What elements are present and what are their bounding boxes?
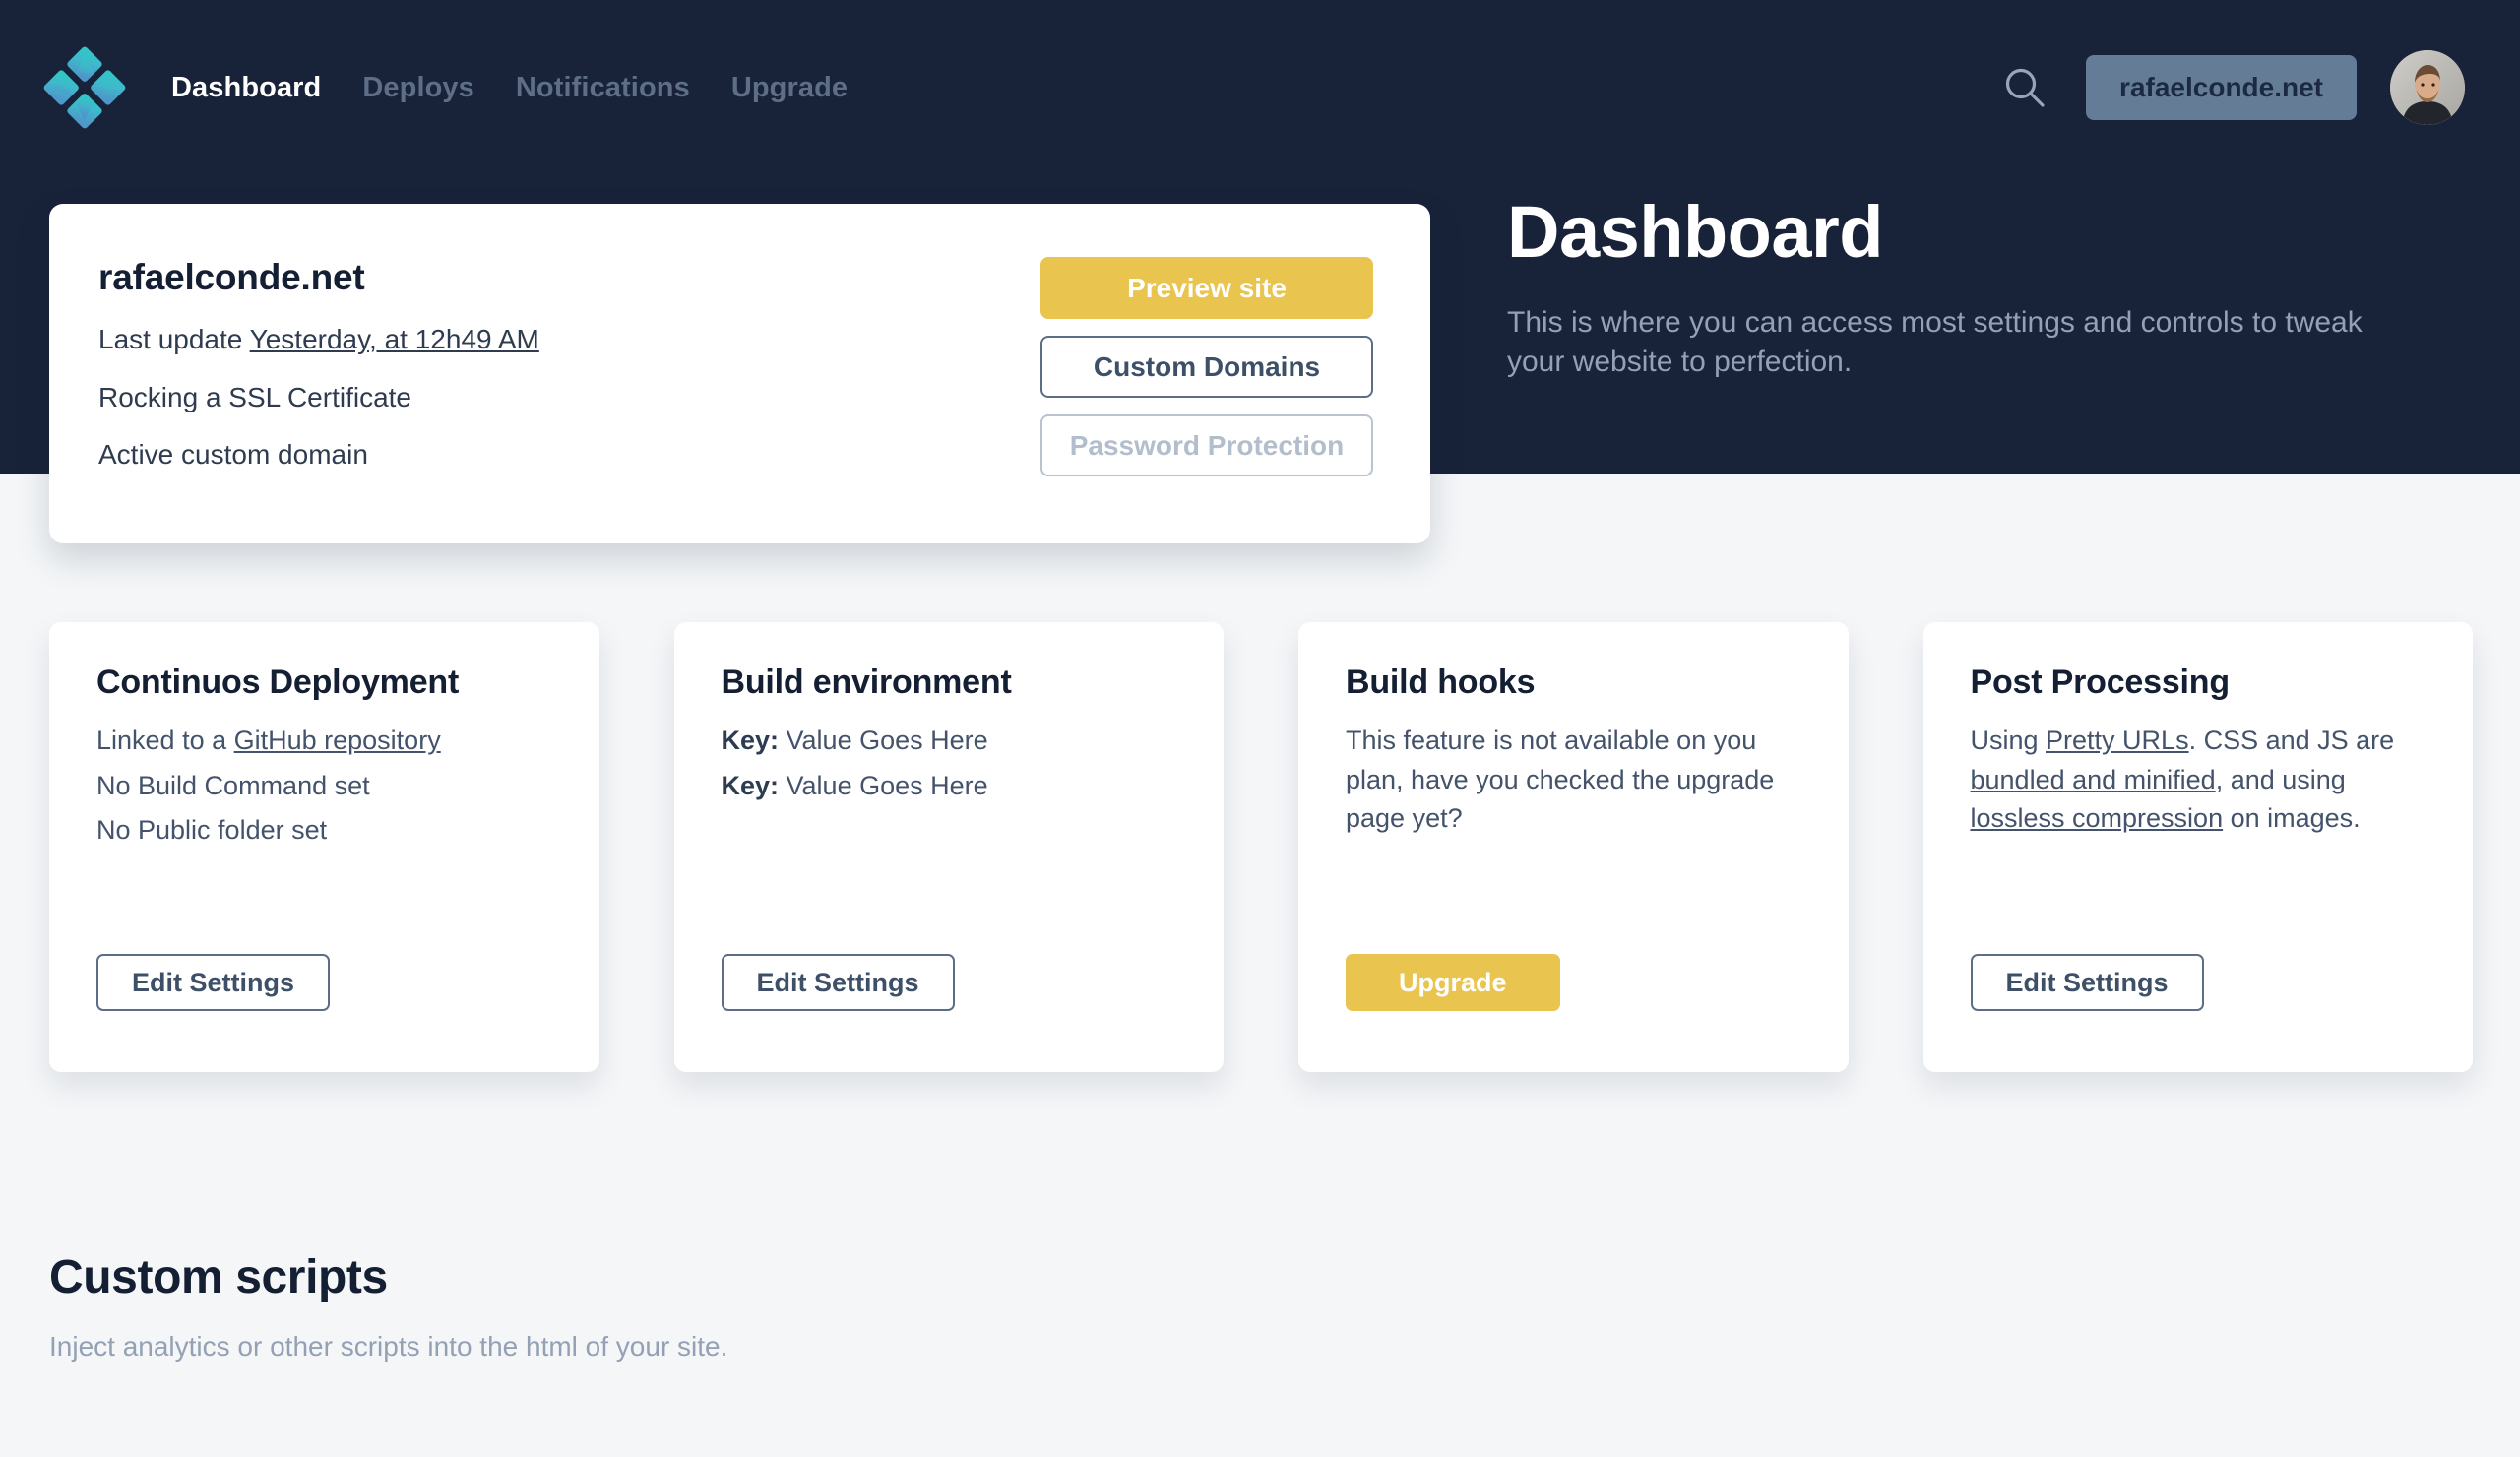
env-value-label: Value Goes Here xyxy=(779,726,988,756)
card-build-hooks: Build hooks This feature is not availabl… xyxy=(1298,622,1849,1072)
edit-settings-button-environment[interactable]: Edit Settings xyxy=(721,954,955,1011)
card-body: Key: Value Goes Here Key: Value Goes Her… xyxy=(722,722,1177,805)
card-body: Linked to a GitHub repository No Build C… xyxy=(96,722,552,851)
cd-build-command-line: No Build Command set xyxy=(96,770,370,800)
site-domain-status: Active custom domain xyxy=(98,439,368,471)
custom-scripts-title: Custom scripts xyxy=(49,1251,388,1303)
custom-scripts-section: Custom scripts Inject analytics or other… xyxy=(49,1250,1821,1362)
site-ssl-status: Rocking a SSL Certificate xyxy=(98,381,411,412)
env-var-row: Key: Value Goes Here xyxy=(722,722,1177,761)
nav-link-deploys[interactable]: Deploys xyxy=(362,72,474,104)
cd-repo-line: Linked to a GitHub repository xyxy=(96,722,552,761)
hero-text-block: Dashboard This is where you can access m… xyxy=(1507,191,2452,382)
nav-link-notifications[interactable]: Notifications xyxy=(516,72,690,104)
primary-nav-links: Dashboard Deploys Notifications Upgrade xyxy=(171,72,848,104)
edit-settings-button-deployment[interactable]: Edit Settings xyxy=(96,954,331,1011)
user-avatar[interactable] xyxy=(2390,50,2465,125)
top-navigation-bar: Dashboard Deploys Notifications Upgrade … xyxy=(0,0,2520,175)
edit-settings-button-post-processing[interactable]: Edit Settings xyxy=(1970,954,2204,1011)
last-update-link[interactable]: Yesterday, at 12h49 AM xyxy=(250,324,539,354)
card-title: Build hooks xyxy=(1346,664,1536,701)
site-last-update-line: Last update Yesterday, at 12h49 AM xyxy=(98,323,1040,356)
card-continuous-deployment: Continuos Deployment Linked to a GitHub … xyxy=(49,622,599,1072)
last-update-label: Last update xyxy=(98,324,250,354)
cd-repo-prefix: Linked to a xyxy=(96,726,234,756)
card-post-processing: Post Processing Using Pretty URLs. CSS a… xyxy=(1922,622,2473,1072)
pp-seg: Using xyxy=(1970,726,2047,756)
site-name: rafaelconde.net xyxy=(98,257,365,297)
custom-scripts-subtitle: Inject analytics or other scripts into t… xyxy=(49,1331,728,1362)
card-body: This feature is not available on you pla… xyxy=(1346,722,1801,839)
post-processing-text: Using Pretty URLs. CSS and JS are bundle… xyxy=(1971,722,2426,839)
site-summary-card: rafaelconde.net Last update Yesterday, a… xyxy=(49,204,1430,543)
lossless-compression-link[interactable]: lossless compression xyxy=(1971,803,2224,833)
env-key-label: Key: xyxy=(721,770,780,800)
nav-link-upgrade[interactable]: Upgrade xyxy=(731,72,848,104)
card-title: Post Processing xyxy=(1970,664,2231,701)
preview-site-button[interactable]: Preview site xyxy=(1040,257,1373,319)
bundled-minified-link[interactable]: bundled and minified xyxy=(1971,765,2216,794)
pretty-urls-link[interactable]: Pretty URLs xyxy=(2046,726,2189,755)
site-action-buttons: Preview site Custom Domains Password Pro… xyxy=(1040,255,1373,543)
env-value-label: Value Goes Here xyxy=(779,770,988,800)
password-protection-button: Password Protection xyxy=(1040,414,1373,476)
build-hooks-message: This feature is not available on you pla… xyxy=(1346,726,1775,834)
site-info-block: rafaelconde.net Last update Yesterday, a… xyxy=(98,255,1040,543)
netlify-diamond-logo-icon[interactable] xyxy=(43,46,126,129)
card-body: Using Pretty URLs. CSS and JS are bundle… xyxy=(1971,722,2426,839)
pp-seg: . CSS and JS are xyxy=(2188,726,2395,756)
env-var-row: Key: Value Goes Here xyxy=(722,767,1177,806)
card-build-environment: Build environment Key: Value Goes Here K… xyxy=(673,622,1224,1072)
pp-seg: , and using xyxy=(2215,764,2346,794)
feature-cards-row: Continuos Deployment Linked to a GitHub … xyxy=(49,622,2473,1072)
card-title: Continuos Deployment xyxy=(96,664,460,701)
search-icon[interactable] xyxy=(1997,60,2052,115)
page-title: Dashboard xyxy=(1507,191,1884,273)
pp-seg: on images. xyxy=(2223,803,2361,834)
env-key-label: Key: xyxy=(721,726,780,756)
cd-public-folder-line: No Public folder set xyxy=(96,815,328,846)
upgrade-button[interactable]: Upgrade xyxy=(1346,954,1560,1011)
card-title: Build environment xyxy=(721,664,1012,701)
nav-right-cluster: rafaelconde.net xyxy=(1997,50,2465,125)
github-repository-link[interactable]: GitHub repository xyxy=(234,726,441,755)
nav-link-dashboard[interactable]: Dashboard xyxy=(171,72,321,104)
page-description: This is where you can access most settin… xyxy=(1507,306,2362,379)
custom-domains-button[interactable]: Custom Domains xyxy=(1040,336,1373,398)
current-site-chip[interactable]: rafaelconde.net xyxy=(2086,55,2357,120)
